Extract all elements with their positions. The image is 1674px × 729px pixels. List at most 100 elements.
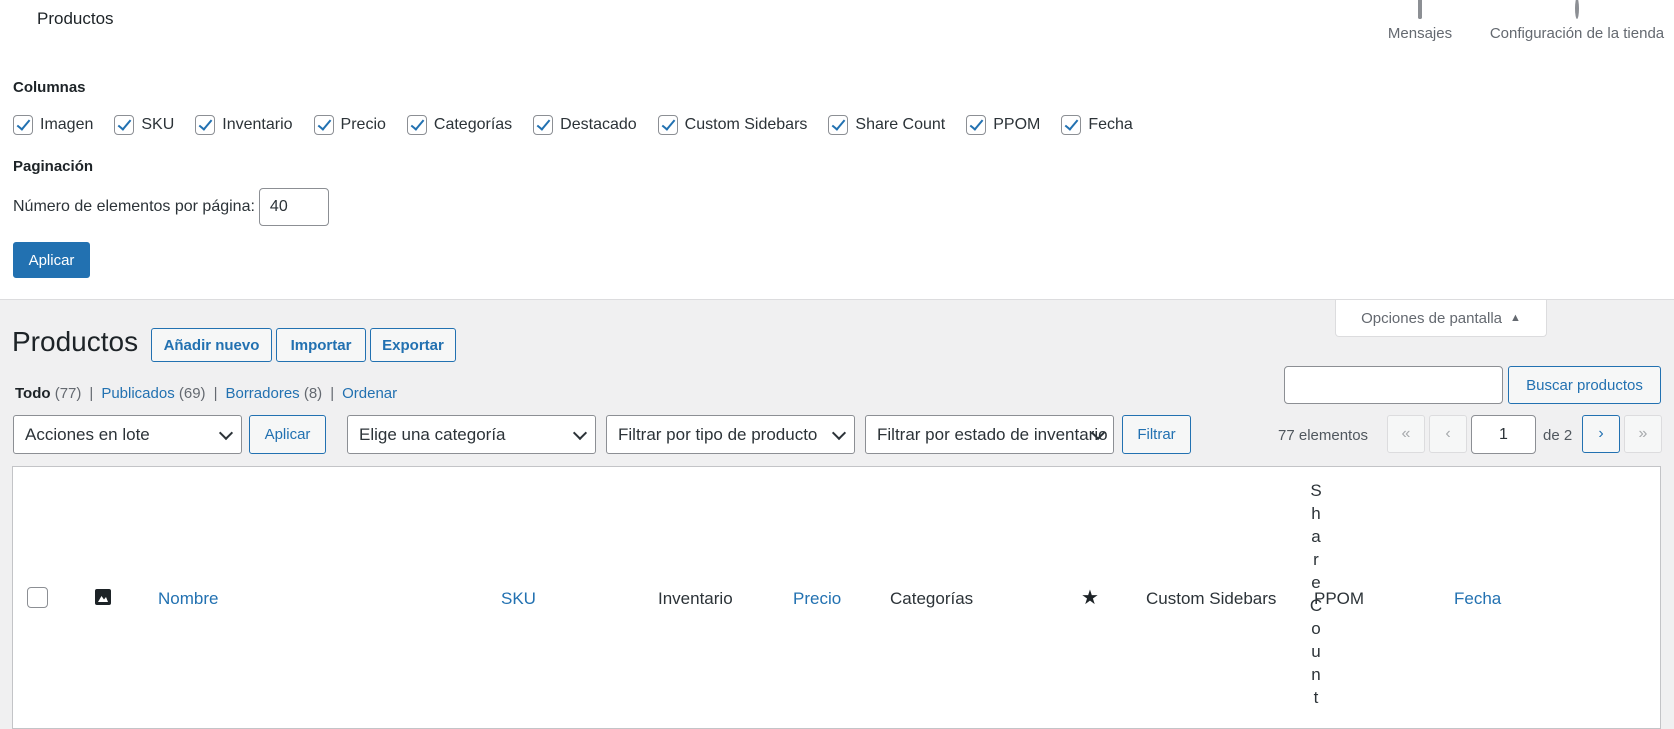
page-title: Productos [12, 326, 139, 357]
columns-heading: Columnas [13, 79, 86, 96]
next-page-button[interactable]: › [1582, 415, 1620, 453]
messages-label: Mensajes [1387, 25, 1453, 42]
column-toggle-price[interactable]: Precio [313, 115, 386, 135]
checkbox[interactable] [13, 115, 33, 135]
column-header-custom-sidebars: Custom Sidebars [1146, 589, 1277, 608]
bulk-apply-button[interactable]: Aplicar [249, 415, 326, 454]
filter-button[interactable]: Filtrar [1122, 415, 1191, 454]
image-icon [95, 589, 111, 605]
category-value: Elige una categoría [359, 425, 506, 444]
total-pages: de 2 [1543, 427, 1573, 444]
chevron-down-icon [831, 425, 847, 441]
checkbox[interactable] [313, 115, 334, 135]
per-page-input[interactable] [258, 188, 329, 226]
status-link-drafts[interactable]: Borradores (8) [225, 385, 322, 402]
first-page-button[interactable]: « [1387, 415, 1425, 453]
top-bar-title: Productos [37, 9, 114, 28]
star-icon[interactable]: ★ [1081, 585, 1099, 610]
status-link-sort[interactable]: Ordenar [342, 385, 397, 402]
status-link-count: (69) [178, 385, 206, 402]
checkbox[interactable] [533, 115, 554, 135]
chevron-down-icon [572, 425, 588, 441]
column-toggle-label: SKU [141, 116, 175, 133]
column-toggle-image[interactable]: Imagen [13, 115, 93, 135]
screen-options-toggle-label: Opciones de pantalla [1361, 309, 1503, 327]
status-link-all[interactable]: Todo (77) [15, 385, 81, 402]
separator: | [89, 385, 94, 402]
import-button[interactable]: Importar [276, 328, 366, 362]
status-link-label: Todo [15, 385, 51, 402]
separator: | [213, 385, 218, 402]
status-link-count: (77) [54, 385, 82, 402]
product-type-value: Filtrar por tipo de producto [618, 425, 818, 444]
last-page-button[interactable]: » [1624, 415, 1662, 453]
column-toggle-label: Inventario [222, 116, 293, 133]
column-header-inventory: Inventario [658, 589, 733, 608]
checkbox[interactable] [966, 115, 987, 135]
checkbox[interactable] [657, 115, 678, 135]
status-link-published[interactable]: Publicados (69) [101, 385, 205, 402]
column-toggle-ppom[interactable]: PPOM [966, 115, 1040, 135]
checkbox[interactable] [114, 115, 135, 135]
stock-status-select[interactable]: Filtrar por estado de inventario [865, 415, 1114, 454]
items-count: 77 elementos [1278, 427, 1369, 444]
screen-options-apply-button[interactable]: Aplicar [13, 242, 90, 278]
column-header-categories: Categorías [890, 589, 974, 608]
separator: | [330, 385, 335, 402]
screen-options-toggle[interactable]: Opciones de pantalla ▲ [1335, 300, 1547, 337]
current-page-input[interactable] [1471, 415, 1536, 454]
per-page-label: Número de elementos por página: [13, 198, 255, 215]
add-new-button[interactable]: Añadir nuevo [151, 328, 272, 362]
column-header-date[interactable]: Fecha [1454, 589, 1501, 609]
column-toggle-custom-sidebars[interactable]: Custom Sidebars [657, 115, 808, 135]
messages-button[interactable]: Mensajes [1380, 0, 1460, 42]
status-link-count: (8) [303, 385, 323, 402]
status-link-label: Ordenar [342, 385, 398, 402]
column-toggle-label: Categorías [433, 116, 513, 133]
top-bar: Productos Mensajes Configuración de la t… [0, 0, 1674, 55]
column-toggle-sku[interactable]: SKU [114, 115, 174, 135]
column-toggle-share-count[interactable]: Share Count [828, 115, 945, 135]
column-toggle-label: Imagen [40, 116, 94, 133]
column-toggle-categories[interactable]: Categorías [406, 115, 513, 135]
select-all-checkbox[interactable] [27, 587, 48, 608]
status-link-label: Publicados [101, 385, 175, 402]
column-toggle-label: Share Count [855, 116, 946, 133]
column-toggle-date[interactable]: Fecha [1061, 115, 1133, 135]
column-header-ppom: PPOM [1314, 589, 1365, 608]
column-toggle-inventory[interactable]: Inventario [195, 115, 293, 135]
column-header-name[interactable]: Nombre [158, 589, 218, 609]
export-button[interactable]: Exportar [370, 328, 456, 362]
previous-page-button[interactable]: ‹ [1429, 415, 1467, 453]
checkbox[interactable] [195, 115, 216, 135]
products-table: Nombre SKU Inventario Precio Categorías … [12, 466, 1661, 729]
column-checkboxes: Imagen SKU Inventario Precio Categorías … [13, 115, 1154, 135]
status-link-label: Borradores [225, 385, 300, 402]
store-setup-label: Configuración de la tienda [1489, 25, 1665, 42]
bulk-actions-value: Acciones en lote [25, 425, 150, 444]
caret-up-icon: ▲ [1510, 312, 1521, 324]
checkbox[interactable] [828, 115, 849, 135]
column-toggle-label: Fecha [1088, 116, 1133, 133]
search-input[interactable] [1284, 366, 1503, 404]
column-toggle-label: Destacado [560, 116, 637, 133]
pagination-heading: Paginación [13, 158, 94, 175]
column-toggle-label: Custom Sidebars [684, 116, 808, 133]
column-toggle-label: PPOM [993, 116, 1041, 133]
screen-options-panel: Columnas Imagen SKU Inventario Precio Ca… [0, 55, 1674, 300]
category-select[interactable]: Elige una categoría [347, 415, 596, 454]
checkbox[interactable] [406, 115, 427, 135]
column-header-sku[interactable]: SKU [501, 589, 536, 609]
checkbox[interactable] [1061, 115, 1082, 135]
column-header-price[interactable]: Precio [793, 589, 841, 609]
product-type-select[interactable]: Filtrar por tipo de producto [606, 415, 855, 454]
column-toggle-label: Precio [340, 116, 386, 133]
inbox-icon [1380, 0, 1460, 22]
chevron-down-icon [218, 425, 234, 441]
column-toggle-featured[interactable]: Destacado [533, 115, 637, 135]
stock-status-value: Filtrar por estado de inventario [877, 425, 1108, 444]
search-products-button[interactable]: Buscar productos [1508, 366, 1661, 404]
store-setup-button[interactable]: Configuración de la tienda [1480, 0, 1674, 42]
per-page-row: Número de elementos por página: [13, 188, 329, 226]
bulk-actions-select[interactable]: Acciones en lote [13, 415, 242, 454]
